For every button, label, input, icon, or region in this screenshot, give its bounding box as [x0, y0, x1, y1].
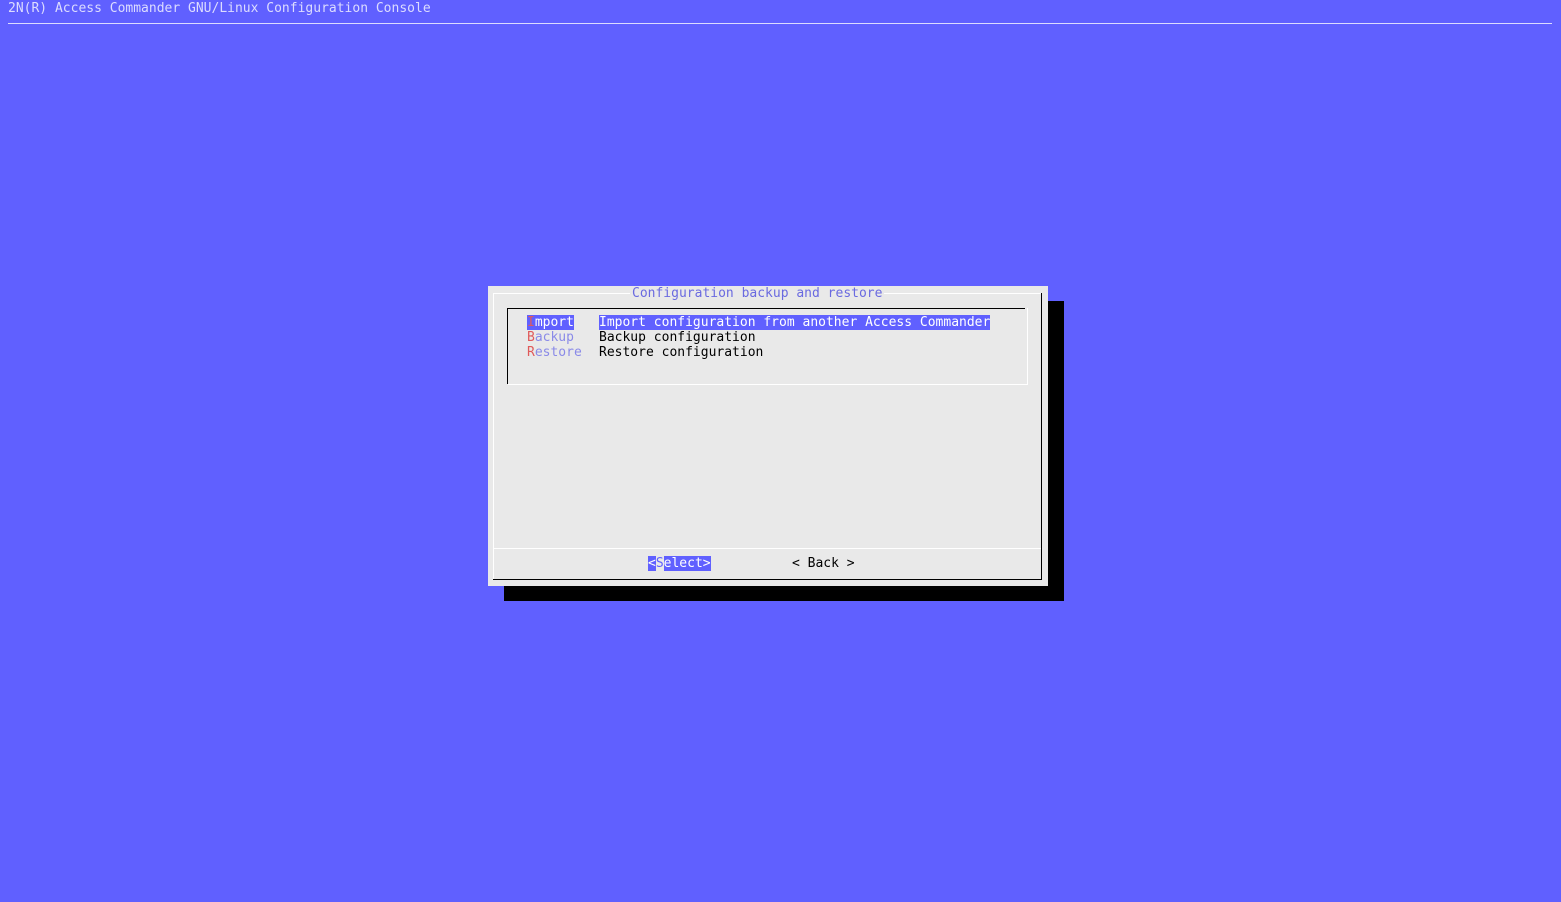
button-area-divider [493, 548, 1041, 549]
select-button[interactable]: <Select> [648, 556, 711, 571]
menu-item-import[interactable]: Import Import configuration from another… [527, 315, 991, 330]
dialog-frame-right [1041, 293, 1042, 580]
menu-item-import-description[interactable]: Import configuration from another Access… [599, 315, 991, 330]
dialog-title: Configuration backup and restore [630, 286, 885, 301]
select-button-hotkey: S [655, 556, 664, 571]
select-button-open: < [648, 556, 656, 571]
backtitle-divider [8, 23, 1552, 24]
dialog-frame-bottom [493, 579, 1042, 580]
back-button[interactable]: < Back > [792, 556, 855, 571]
menu-item-tag-rest: ackup [534, 330, 574, 345]
menu-item-backup[interactable]: Backup Backup configuration [527, 330, 756, 345]
backtitle: 2N(R) Access Commander GNU/Linux Configu… [8, 1, 431, 16]
menu-item-restore-description[interactable]: Restore configuration [599, 345, 763, 360]
hotkey-letter: R [527, 345, 535, 360]
menu-border-top [507, 308, 1025, 309]
select-button-rest: elect> [663, 556, 711, 571]
menu-item-tag-rest: mport [534, 315, 574, 330]
hotkey-letter: I [527, 315, 535, 330]
menu-border-bottom [508, 384, 1028, 385]
dialog-frame-left [493, 293, 494, 580]
menu-item-backup-tag[interactable]: Backup [527, 330, 574, 345]
menu-item-import-tag[interactable]: Import [527, 315, 574, 330]
menu-item-backup-description[interactable]: Backup configuration [599, 330, 756, 345]
menu-item-tag-rest: estore [534, 345, 582, 360]
menu-list: Import Import configuration from another… [507, 308, 1028, 385]
menu-item-restore-tag[interactable]: Restore [527, 345, 582, 360]
hotkey-letter: B [527, 330, 535, 345]
menu-border-right [1027, 308, 1028, 384]
backup-restore-dialog: Configuration backup and restore Import … [488, 286, 1048, 586]
menu-border-left [507, 308, 508, 384]
menu-item-restore[interactable]: Restore Restore configuration [527, 345, 763, 360]
